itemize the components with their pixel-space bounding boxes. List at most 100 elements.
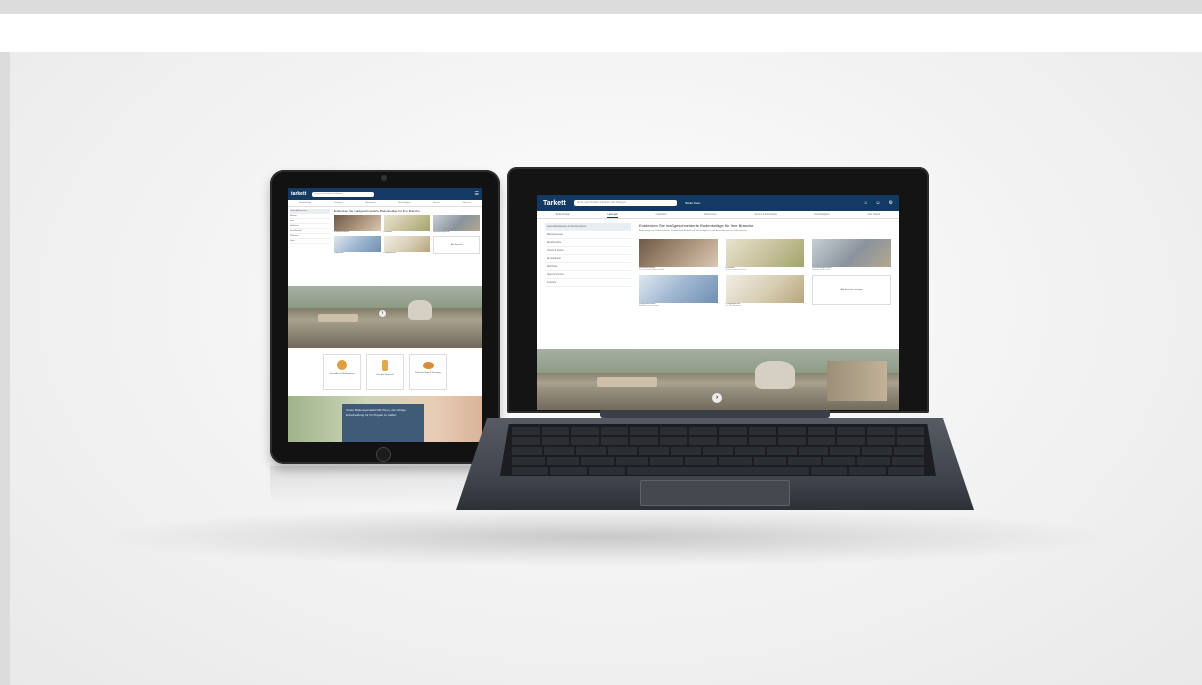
tablet-nav-item[interactable]: Bodenbeläge: [299, 200, 311, 206]
recycle-icon: [382, 360, 388, 371]
tablet-nav-item[interactable]: Nachhaltigkeit: [398, 200, 411, 206]
tablet-nav: Bodenbeläge Lösungen Referenzen Nachhalt…: [288, 200, 482, 207]
product-image: [639, 239, 718, 267]
hero-floor: [288, 326, 482, 348]
floor-shadow: [90, 507, 1120, 567]
laptop-sidebar-item[interactable]: Bürobereiche: [545, 239, 631, 247]
laptop-sidebar-item[interactable]: Einzelhandel: [545, 255, 631, 263]
product-caption: Diagnostik: [334, 252, 344, 254]
tablet-product-card[interactable]: Patientenzimmer: [334, 215, 381, 233]
tablet-camera: [381, 175, 387, 181]
laptop-product-card[interactable]: Behandlungsräume Hygienisch & sicher: [812, 239, 891, 271]
feature-label: Einfache Pflege & Reinigung: [415, 372, 441, 374]
laptop-content: Gesundheitswesen & Seniorenheime Bildung…: [537, 219, 899, 349]
laptop-store-link[interactable]: Händler finden: [685, 202, 701, 205]
product-image: [639, 275, 718, 303]
laptop-sidebar-item-active[interactable]: Gesundheitswesen & Seniorenheime: [545, 223, 631, 231]
laptop-hinge: [600, 410, 830, 418]
laptop-screen: Tarkett Suche nach Produkt, Kollektion o…: [537, 195, 899, 410]
product-image: [725, 239, 805, 267]
laptop-nav-item[interactable]: Inspiration: [656, 211, 667, 218]
laptop-sidebar-item[interactable]: Hotels & Gastro: [545, 247, 631, 255]
tablet-menu-icon[interactable]: ☰: [475, 191, 479, 197]
tablet-content: Gesundheitswesen Bildung Büro Hotellerie…: [288, 207, 482, 286]
product-subtitle: Hygienisch & sicher: [812, 269, 830, 271]
tablet-product-card[interactable]: Diagnostik: [334, 236, 381, 254]
tablet-search-input[interactable]: Suche nach Produkt, Kollektion ...: [312, 191, 375, 197]
tablet-device: tarkett Suche nach Produkt, Kollektion .…: [270, 170, 500, 464]
laptop-sidebar-item[interactable]: Bildungswesen: [545, 231, 631, 239]
laptop-trackpad[interactable]: [640, 480, 790, 506]
tablet-product-card[interactable]: Behandlungsraum: [433, 215, 480, 233]
tablet-main: Entdecken Sie maßgeschneiderte Bodenbelä…: [330, 209, 480, 284]
feature-card[interactable]: Zirkuläre Wirtschaft: [366, 354, 404, 390]
laptop-sidebar-item[interactable]: Sport & Freizeit: [545, 271, 631, 279]
product-image: [334, 215, 381, 231]
laptop-device: Tarkett Suche nach Produkt, Kollektion o…: [507, 167, 929, 413]
feature-label: Zirkuläre Wirtschaft: [376, 374, 394, 376]
tablet-product-grid: Patientenzimmer Korridore Behandlungsrau…: [334, 215, 480, 254]
laptop-logo[interactable]: Tarkett: [543, 200, 566, 207]
laptop-product-card[interactable]: Pflegebereiche Für Wohlbefinden: [725, 275, 805, 307]
key-row: [500, 437, 936, 445]
product-subtitle: Für Wohlbefinden: [725, 305, 742, 307]
tablet-product-card[interactable]: Pflegebereich: [383, 236, 431, 254]
hero-chair: [408, 300, 432, 320]
leaf-icon: [337, 360, 347, 370]
laptop-sidebar-item[interactable]: Industrie: [545, 279, 631, 287]
promo-text-box: Unser Bodenspezialist hilft Ihnen, die r…: [342, 404, 424, 442]
tablet-sidebar-item[interactable]: Sport: [290, 239, 330, 244]
feature-card[interactable]: Gesundheit & Wohlbefinden: [323, 354, 361, 390]
hero-bench: [318, 314, 358, 322]
product-subtitle: Für ein komfortables Umfeld: [639, 269, 665, 271]
key-row: [500, 427, 936, 435]
tablet-nav-item[interactable]: Über uns: [463, 200, 471, 206]
product-subtitle: Robust und pflegeleicht: [725, 269, 747, 271]
feature-card[interactable]: Einfache Pflege & Reinigung: [409, 354, 447, 390]
account-icon[interactable]: ⚙: [889, 200, 893, 206]
tablet-home-button[interactable]: [376, 447, 391, 462]
tablet-nav-item[interactable]: Referenzen: [365, 200, 375, 206]
tablet-promo-banner: Unser Bodenspezialist hilft Ihnen, die r…: [288, 396, 482, 442]
laptop-product-card[interactable]: Korridore Robust und pflegeleicht: [725, 239, 805, 271]
product-image: [433, 215, 480, 231]
tablet-product-card[interactable]: Korridore: [383, 215, 431, 233]
laptop-sidebar: Gesundheitswesen & Seniorenheime Bildung…: [545, 223, 631, 349]
laptop-search-input[interactable]: Suche nach Produkt, Kollektion oder Refe…: [573, 200, 677, 206]
hero-scroll-arrow-icon[interactable]: ›: [712, 393, 722, 403]
eye-icon: [422, 362, 434, 369]
laptop-nav-item[interactable]: Über Tarkett: [867, 211, 880, 218]
user-icon[interactable]: ☺: [875, 200, 880, 206]
laptop-nav-item-active[interactable]: Lösungen: [607, 211, 618, 218]
hero-wall-panel: [827, 361, 887, 401]
product-caption: Korridore: [383, 231, 392, 233]
product-image: [383, 215, 431, 231]
laptop-intro-text: Bodenbeläge von Tarkett verbinden Funkti…: [639, 230, 748, 232]
laptop-nav-item[interactable]: Service & Downloads: [754, 211, 777, 218]
laptop-nav-item[interactable]: Referenzen: [704, 211, 716, 218]
tablet-all-link[interactable]: Alle Bereiche: [433, 236, 480, 254]
laptop-hero-image: ›: [537, 349, 899, 410]
tablet-nav-item[interactable]: Lösungen: [334, 200, 343, 206]
laptop-sidebar-item[interactable]: Wohnbau: [545, 263, 631, 271]
feature-label: Gesundheit & Wohlbefinden: [329, 373, 355, 375]
tablet-sidebar: Gesundheitswesen Bildung Büro Hotellerie…: [290, 209, 330, 284]
top-white-bar: [0, 14, 1202, 52]
laptop-product-card[interactable]: Diagnostikräume Ableitfähige Lösungen: [639, 275, 718, 307]
laptop-nav-item[interactable]: Bodenbeläge: [556, 211, 570, 218]
product-image: [334, 236, 381, 252]
tablet-nav-item[interactable]: Service: [433, 200, 440, 206]
laptop-keyboard: [500, 424, 936, 476]
laptop-nav-item[interactable]: Nachhaltigkeit: [815, 211, 830, 218]
tablet-logo[interactable]: tarkett: [291, 191, 306, 197]
product-caption: Pflegebereich: [383, 252, 396, 254]
hero-scroll-arrow-icon[interactable]: ›: [379, 310, 386, 317]
laptop-product-card[interactable]: Patientenzimmer Für ein komfortables Umf…: [639, 239, 718, 271]
laptop-all-link[interactable]: Alle Bereiche anzeigen: [812, 275, 891, 305]
laptop-product-grid: Patientenzimmer Für ein komfortables Umf…: [639, 239, 891, 307]
hero-window: [288, 286, 482, 308]
tablet-features: Gesundheit & Wohlbefinden Zirkuläre Wirt…: [288, 348, 482, 396]
tablet-site-header: tarkett Suche nach Produkt, Kollektion .…: [288, 188, 482, 200]
cart-icon[interactable]: ⌂: [864, 200, 867, 206]
product-image: [812, 239, 891, 267]
